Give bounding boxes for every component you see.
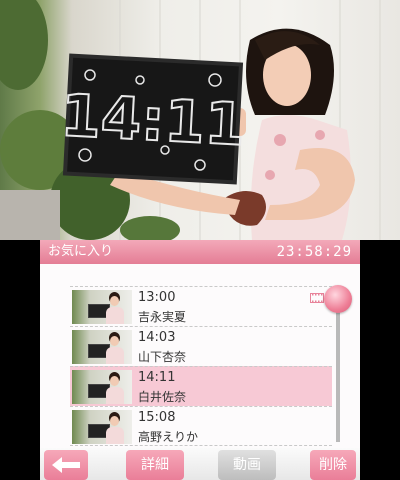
item-time: 14:03 [138, 330, 176, 345]
bottom-toolbar: 詳細 動画 削除 [40, 448, 360, 480]
page-title: お気に入り [48, 244, 114, 259]
item-name: 白井佐奈 [138, 390, 187, 404]
item-name: 山下杏奈 [138, 350, 187, 364]
thumbnail [72, 370, 132, 404]
thumbnail [72, 290, 132, 324]
thumbnail [72, 410, 132, 444]
item-time: 14:11 [138, 370, 176, 385]
clock: 23:58:29 [276, 244, 352, 260]
list-item-selected[interactable]: 14:11 白井佐奈 [70, 366, 332, 406]
video-button[interactable]: 動画 [218, 450, 276, 480]
header-bar: お気に入り 23:58:29 [40, 240, 360, 264]
back-button[interactable] [44, 450, 88, 480]
list-item[interactable]: 15:08 高野えりか [70, 406, 332, 446]
item-name: 吉永実夏 [138, 310, 187, 324]
item-time: 15:08 [138, 410, 176, 425]
list-item[interactable]: 14:03 山下杏奈 [70, 326, 332, 366]
scrollbar-thumb[interactable] [324, 285, 352, 313]
favorites-list: 13:00 吉永実夏 14:03 山下杏奈 14:11 白井佐奈 15:08 高… [70, 286, 332, 446]
item-name: 高野えりか [138, 430, 199, 444]
list-item[interactable]: 13:00 吉永実夏 [70, 286, 332, 326]
photo-viewer: 14:11 [0, 0, 400, 240]
favorites-screen: お気に入り 23:58:29 13:00 吉永実夏 14:03 山下杏奈 14:… [40, 240, 360, 480]
scrollbar-track[interactable] [336, 292, 340, 442]
chalkboard: 14:11 [58, 53, 248, 185]
film-icon [310, 293, 324, 303]
delete-button[interactable]: 削除 [310, 450, 356, 480]
item-time: 13:00 [138, 290, 176, 305]
board-text: 14:11 [59, 81, 247, 159]
photo-scene: 14:11 [0, 0, 381, 240]
thumbnail [72, 330, 132, 364]
detail-button[interactable]: 詳細 [126, 450, 184, 480]
left-arrow-icon [52, 457, 80, 473]
